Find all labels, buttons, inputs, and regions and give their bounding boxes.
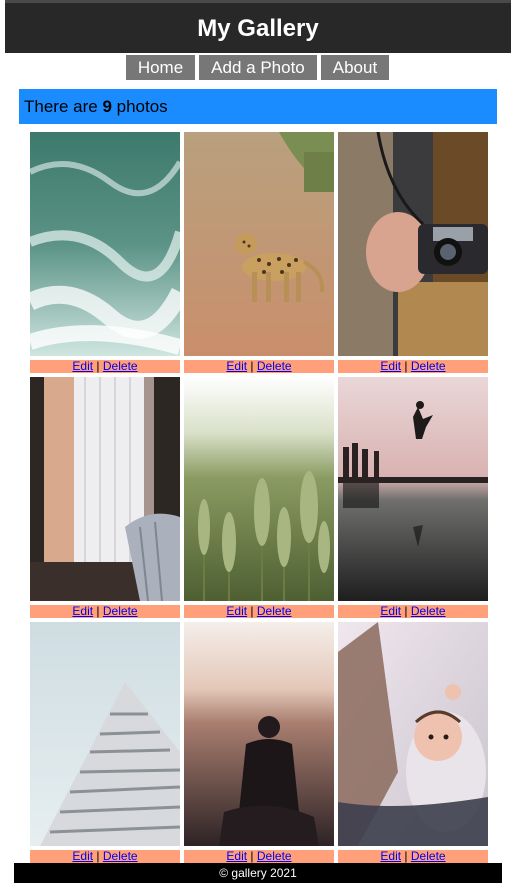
photo-card: Edit | Delete bbox=[184, 377, 334, 618]
edit-link[interactable]: Edit bbox=[72, 849, 93, 863]
edit-link[interactable]: Edit bbox=[380, 604, 401, 618]
site-footer: © gallery 2021 bbox=[14, 863, 502, 883]
photo-count-banner: There are 9 photos bbox=[19, 89, 497, 124]
photo-card: Edit | Delete bbox=[338, 377, 488, 618]
photo-count-prefix: There are bbox=[24, 97, 103, 116]
delete-link[interactable]: Delete bbox=[103, 604, 138, 618]
photo-card: Edit | Delete bbox=[338, 132, 488, 373]
delete-link[interactable]: Delete bbox=[103, 359, 138, 373]
photo-card: Edit | Delete bbox=[30, 377, 180, 618]
delete-link[interactable]: Delete bbox=[103, 849, 138, 863]
main-nav: Home Add a Photo About bbox=[0, 55, 515, 80]
photo-actions: Edit | Delete bbox=[30, 605, 180, 618]
action-separator: | bbox=[401, 604, 411, 618]
photo-card: Edit | Delete bbox=[184, 132, 334, 373]
action-separator: | bbox=[247, 604, 257, 618]
photo-baby-lying bbox=[338, 622, 488, 846]
photo-actions: Edit | Delete bbox=[30, 850, 180, 863]
action-separator: | bbox=[401, 359, 411, 373]
edit-link[interactable]: Edit bbox=[226, 359, 247, 373]
delete-link[interactable]: Delete bbox=[411, 359, 446, 373]
photo-actions: Edit | Delete bbox=[338, 605, 488, 618]
photo-actions: Edit | Delete bbox=[30, 360, 180, 373]
photo-card: Edit | Delete bbox=[30, 622, 180, 863]
photo-actions: Edit | Delete bbox=[184, 360, 334, 373]
photo-hands-holding-camera bbox=[338, 132, 488, 356]
site-title: My Gallery bbox=[197, 15, 319, 42]
site-header: My Gallery bbox=[5, 0, 511, 53]
nav-home[interactable]: Home bbox=[125, 55, 196, 80]
photo-card: Edit | Delete bbox=[184, 622, 334, 863]
action-separator: | bbox=[247, 359, 257, 373]
action-separator: | bbox=[247, 849, 257, 863]
action-separator: | bbox=[93, 849, 103, 863]
footer-text: © gallery 2021 bbox=[219, 866, 297, 880]
edit-link[interactable]: Edit bbox=[226, 849, 247, 863]
photo-card: Edit | Delete bbox=[338, 622, 488, 863]
action-separator: | bbox=[93, 359, 103, 373]
photo-count-suffix: photos bbox=[111, 97, 168, 116]
photo-ocean-waves bbox=[30, 132, 180, 356]
delete-link[interactable]: Delete bbox=[257, 359, 292, 373]
photo-wheat-field bbox=[184, 377, 334, 601]
delete-link[interactable]: Delete bbox=[411, 604, 446, 618]
photo-count: 9 bbox=[102, 97, 112, 116]
photo-curtain-window-chair bbox=[30, 377, 180, 601]
photo-leopard-on-dirt-road bbox=[184, 132, 334, 356]
edit-link[interactable]: Edit bbox=[380, 359, 401, 373]
photo-white-building bbox=[30, 622, 180, 846]
edit-link[interactable]: Edit bbox=[380, 849, 401, 863]
delete-link[interactable]: Delete bbox=[411, 849, 446, 863]
edit-link[interactable]: Edit bbox=[72, 359, 93, 373]
photo-actions: Edit | Delete bbox=[184, 605, 334, 618]
photo-actions: Edit | Delete bbox=[338, 360, 488, 373]
photo-card: Edit | Delete bbox=[30, 132, 180, 373]
photo-actions: Edit | Delete bbox=[184, 850, 334, 863]
action-separator: | bbox=[93, 604, 103, 618]
delete-link[interactable]: Delete bbox=[257, 849, 292, 863]
photo-grid: Edit | Delete Edit | Delete Edit | Delet… bbox=[30, 132, 488, 863]
photo-person-sunset bbox=[184, 622, 334, 846]
delete-link[interactable]: Delete bbox=[257, 604, 292, 618]
photo-actions: Edit | Delete bbox=[338, 850, 488, 863]
photo-jump-over-lake bbox=[338, 377, 488, 601]
action-separator: | bbox=[401, 849, 411, 863]
edit-link[interactable]: Edit bbox=[72, 604, 93, 618]
nav-about[interactable]: About bbox=[320, 55, 390, 80]
edit-link[interactable]: Edit bbox=[226, 604, 247, 618]
nav-add-photo[interactable]: Add a Photo bbox=[199, 55, 317, 80]
